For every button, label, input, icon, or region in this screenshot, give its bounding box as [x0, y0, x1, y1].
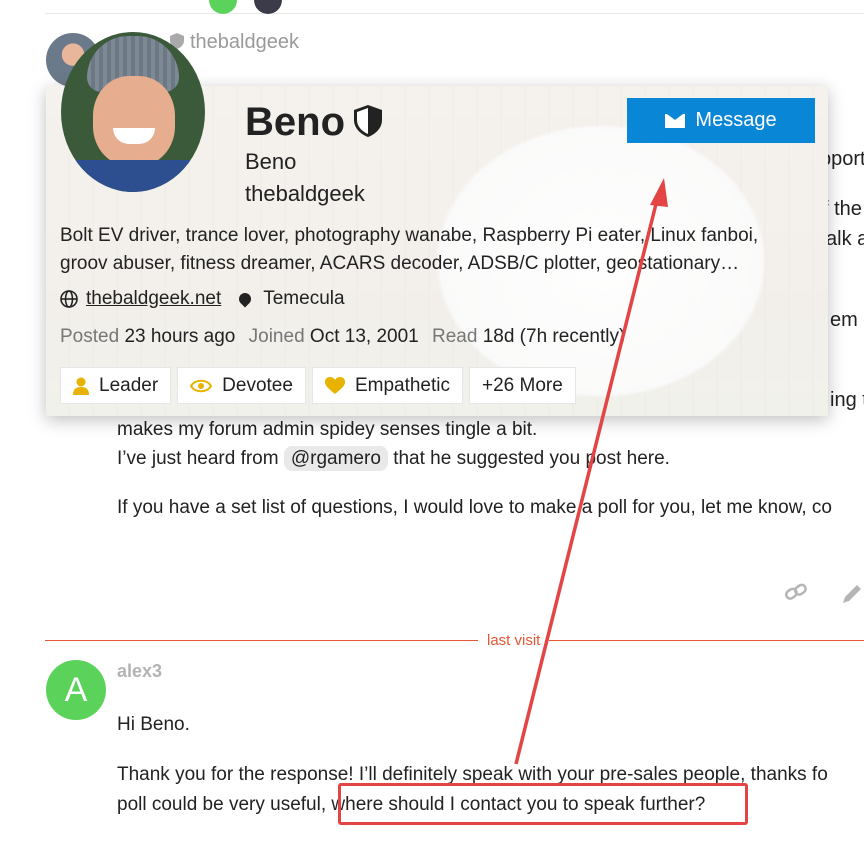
annotation-arrow	[514, 178, 668, 765]
